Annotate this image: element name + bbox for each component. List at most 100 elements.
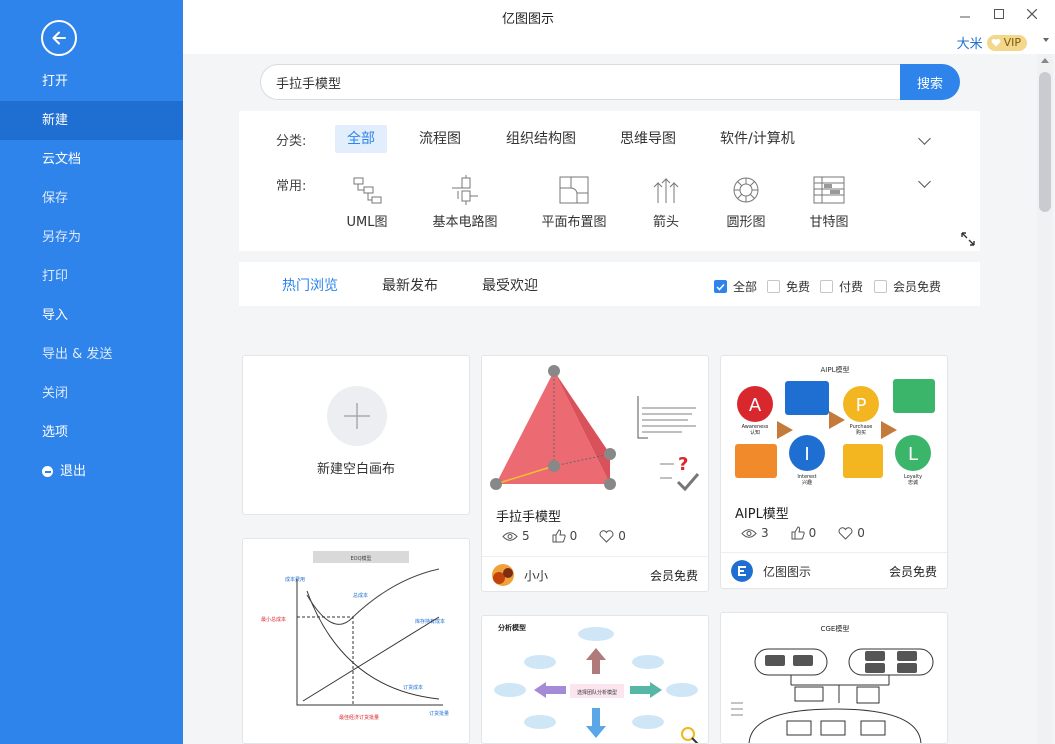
sidebar-item-close[interactable]: 关闭	[0, 374, 183, 413]
common-arrow-label: 箭头	[652, 215, 679, 230]
svg-text:CGE模型: CGE模型	[821, 624, 850, 633]
category-flowchart[interactable]: 流程图	[407, 125, 473, 153]
back-button[interactable]	[41, 20, 77, 56]
likes-stat[interactable]: 0	[552, 529, 578, 543]
svg-text:库存持有成本: 库存持有成本	[415, 618, 445, 625]
minimize-button[interactable]	[950, 4, 980, 24]
eye-icon	[741, 528, 757, 538]
common-expand-chevron-icon[interactable]	[918, 175, 931, 188]
sidebar-item-save-as[interactable]: 另存为	[0, 218, 183, 257]
new-blank-canvas-label: 新建空白画布	[316, 462, 395, 477]
circle-diagram-icon	[733, 177, 759, 203]
category-mind-map[interactable]: 思维导图	[608, 125, 688, 153]
tab-latest[interactable]: 最新发布	[382, 275, 438, 295]
favorites-count: 0	[618, 529, 626, 543]
template-card-eoq[interactable]: EOQ模型 成本费用 最小总成本 总成本 库存持有成本 订货成本 订货批量 最佳…	[242, 538, 470, 744]
tab-hot[interactable]: 热门浏览	[282, 275, 338, 295]
template-card-analysis[interactable]: 分析模型 选择团队分析模型	[481, 615, 709, 744]
categories-expand-chevron-icon[interactable]	[918, 132, 931, 145]
sidebar-menu: 打开 新建 云文档 保存 另存为 打印 导入 导出 & 发送 关闭 选项 退出	[0, 62, 183, 491]
filter-free-checkbox[interactable]: 免费	[767, 278, 810, 295]
arrows-icon	[653, 177, 679, 203]
template-card-hand-in-hand[interactable]: ? 手拉手模型 5 0 0 小小 会员免费	[481, 355, 709, 592]
svg-text:L: L	[908, 444, 918, 465]
heart-outline-icon	[599, 529, 614, 543]
user-dropdown-caret-icon[interactable]	[1043, 38, 1049, 42]
eoq-thumbnail: EOQ模型 成本费用 最小总成本 总成本 库存持有成本 订货成本 订货批量 最佳…	[261, 551, 449, 721]
scroll-up-arrow-icon[interactable]	[1041, 58, 1049, 63]
category-software[interactable]: 软件/计算机	[708, 125, 807, 153]
price-tag: 会员免费	[888, 565, 937, 579]
svg-text:订货成本: 订货成本	[403, 684, 423, 691]
filter-paid-checkbox[interactable]: 付费	[820, 278, 863, 295]
filter-free-label: 免费	[786, 280, 811, 294]
svg-text:兴趣: 兴趣	[802, 479, 812, 486]
close-window-button[interactable]	[1017, 4, 1047, 24]
likes-count: 0	[569, 529, 578, 543]
sidebar-item-open[interactable]: 打开	[0, 62, 183, 101]
svg-text:EOQ模型: EOQ模型	[350, 555, 371, 562]
template-search: 搜索	[260, 64, 960, 100]
common-arrow[interactable]: 箭头	[621, 175, 711, 230]
category-all[interactable]: 全部	[335, 125, 387, 153]
filter-vip-free-checkbox[interactable]: 会员免费	[874, 278, 941, 295]
search-input[interactable]	[260, 64, 920, 100]
sidebar-item-options[interactable]: 选项	[0, 413, 183, 452]
sidebar-item-cloud-docs[interactable]: 云文档	[0, 140, 183, 179]
sidebar-item-new[interactable]: 新建	[0, 101, 183, 140]
search-button[interactable]: 搜索	[900, 64, 960, 100]
svg-text:最佳经济订货批量: 最佳经济订货批量	[339, 714, 379, 721]
author-name[interactable]: 亿图图示	[763, 563, 811, 580]
category-org-chart[interactable]: 组织结构图	[494, 125, 588, 153]
sidebar-item-label: 打印	[42, 269, 69, 284]
sort-tabs-bar: 热门浏览 最新发布 最受欢迎 全部 免费 付费 会员免费	[239, 262, 980, 306]
fullscreen-expand-icon[interactable]	[960, 231, 976, 247]
common-gantt[interactable]: 甘特图	[784, 175, 874, 230]
template-stats: 5 0 0	[502, 529, 626, 543]
template-footer: 小小 会员免费	[482, 556, 708, 591]
common-circle-label: 圆形图	[726, 215, 766, 230]
common-label: 常用:	[276, 179, 307, 194]
sidebar-item-exit[interactable]: 退出	[0, 452, 183, 491]
vip-badge: VIP	[986, 34, 1027, 51]
common-basic-circuit[interactable]: 基本电路图	[420, 175, 510, 230]
svg-text:AIPL模型: AIPL模型	[821, 365, 850, 374]
svg-text:认知: 认知	[750, 429, 760, 436]
likes-stat[interactable]: 0	[791, 526, 816, 540]
author-avatar	[492, 564, 514, 586]
favorites-stat[interactable]: 0	[599, 529, 626, 543]
common-gantt-label: 甘特图	[809, 215, 849, 230]
favorites-stat[interactable]: 0	[838, 526, 865, 540]
sidebar-item-import[interactable]: 导入	[0, 296, 183, 335]
template-card-cge[interactable]: CGE模型	[720, 612, 948, 744]
eye-icon	[502, 531, 518, 541]
sidebar-item-save[interactable]: 保存	[0, 179, 183, 218]
aipl-thumbnail: AIPL模型 A P I L Awareness 认知 Purchase 购买 …	[735, 365, 935, 486]
uml-icon	[353, 177, 382, 204]
views-stat: 5	[502, 529, 530, 543]
filter-vip-free-label: 会员免费	[893, 280, 942, 294]
filter-all-checkbox[interactable]: 全部	[714, 278, 757, 295]
hand-model-thumbnail: ?	[490, 365, 700, 492]
floor-plan-icon	[559, 176, 589, 204]
svg-text:成本费用: 成本费用	[285, 576, 305, 583]
heart-icon	[991, 38, 1000, 47]
template-card-aipl[interactable]: AIPL模型 A P I L Awareness 认知 Purchase 购买 …	[720, 355, 948, 589]
common-circle[interactable]: 圆形图	[701, 175, 791, 230]
sidebar-item-label: 新建	[42, 113, 69, 128]
template-title: AIPL模型	[735, 507, 789, 522]
maximize-button[interactable]	[984, 4, 1014, 24]
author-name[interactable]: 小小	[524, 567, 548, 584]
new-blank-canvas-card[interactable]: 新建空白画布	[242, 355, 470, 515]
scrollbar-thumb[interactable]	[1039, 72, 1051, 212]
plus-icon	[327, 386, 387, 446]
views-count: 5	[522, 529, 530, 543]
sidebar-item-print[interactable]: 打印	[0, 257, 183, 296]
views-stat: 3	[741, 526, 769, 540]
common-floor-plan[interactable]: 平面布置图	[529, 175, 619, 230]
tab-popular[interactable]: 最受欢迎	[482, 275, 538, 295]
user-account[interactable]: 大米 VIP	[957, 33, 1027, 52]
sidebar-item-label: 保存	[42, 191, 69, 206]
sidebar-item-export-send[interactable]: 导出 & 发送	[0, 335, 183, 374]
common-uml[interactable]: UML图	[322, 175, 412, 230]
